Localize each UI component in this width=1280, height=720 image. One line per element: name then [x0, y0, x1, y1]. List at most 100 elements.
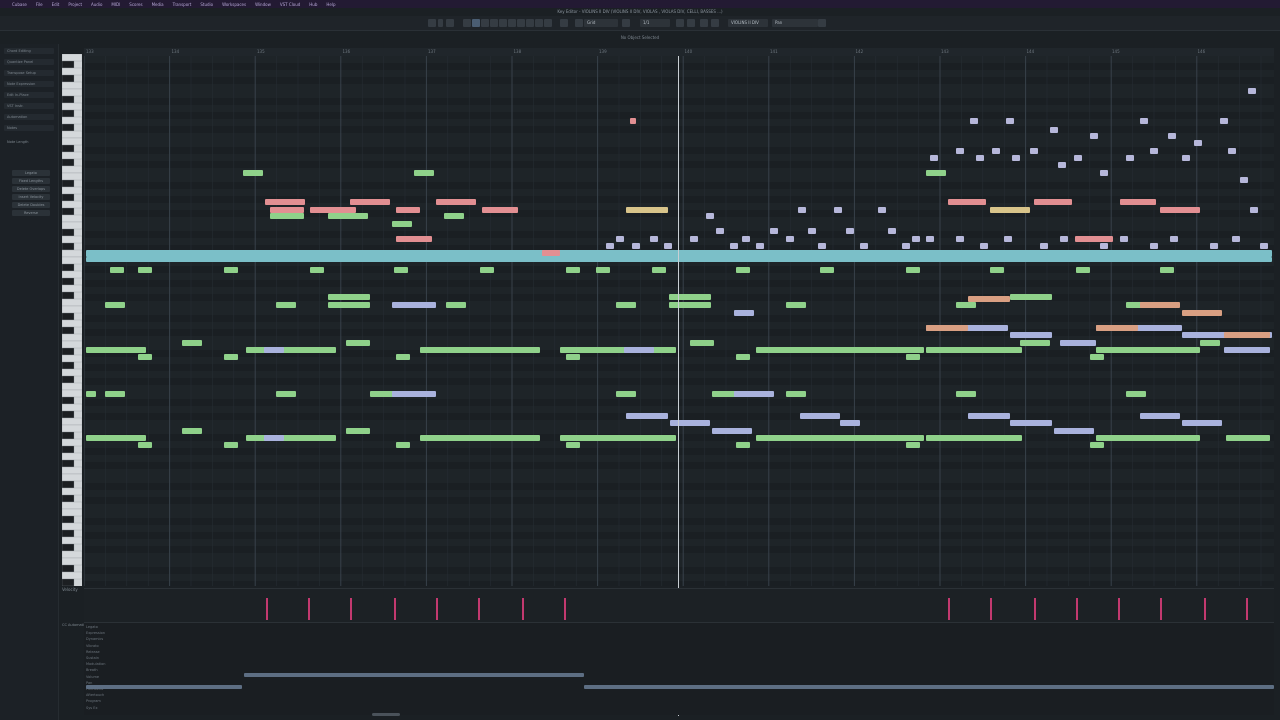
midi-note[interactable] [652, 267, 666, 273]
midi-note[interactable] [1140, 118, 1148, 124]
midi-note[interactable] [742, 236, 750, 242]
midi-note[interactable] [138, 267, 152, 273]
midi-note[interactable] [992, 148, 1000, 154]
white-key[interactable] [62, 102, 82, 111]
midi-note[interactable] [396, 442, 410, 448]
midi-note[interactable] [482, 207, 518, 213]
white-key[interactable] [62, 368, 82, 377]
inspector-section[interactable]: Edit In-Place [4, 92, 54, 98]
midi-note[interactable] [800, 413, 840, 419]
midi-note[interactable] [446, 302, 466, 308]
black-key[interactable] [62, 375, 75, 384]
white-key[interactable] [62, 354, 82, 363]
midi-note[interactable] [626, 413, 668, 419]
midi-note[interactable] [1096, 325, 1138, 331]
midi-note[interactable] [1058, 162, 1066, 168]
midi-note[interactable] [1250, 207, 1258, 213]
midi-note[interactable] [926, 435, 1022, 441]
black-key[interactable] [62, 123, 75, 132]
velocity-bar[interactable] [990, 598, 992, 620]
midi-note[interactable] [878, 207, 886, 213]
midi-note[interactable] [138, 354, 152, 360]
mute-tool[interactable] [517, 19, 525, 27]
velocity-bar[interactable] [436, 598, 438, 620]
white-key[interactable] [62, 249, 82, 258]
midi-note[interactable] [630, 118, 636, 124]
midi-note[interactable] [906, 442, 920, 448]
midi-note[interactable] [1020, 340, 1050, 346]
midi-note[interactable] [926, 170, 946, 176]
white-key[interactable] [62, 214, 82, 223]
midi-note[interactable] [396, 207, 420, 213]
midi-note[interactable] [1096, 347, 1200, 353]
midi-note[interactable] [560, 435, 676, 441]
midi-note[interactable] [420, 435, 540, 441]
midi-note[interactable] [420, 347, 540, 353]
automation-lane-name[interactable]: Release [86, 650, 100, 654]
automation-lane-name[interactable]: Breath [86, 668, 98, 672]
menu-item[interactable]: Edit [52, 2, 60, 7]
velocity-bar[interactable] [394, 598, 396, 620]
menu-item[interactable]: Hub [309, 2, 317, 7]
midi-note[interactable] [1182, 310, 1222, 316]
velocity-bar[interactable] [308, 598, 310, 620]
black-key[interactable] [62, 74, 75, 83]
midi-note[interactable] [370, 391, 394, 397]
function-button[interactable]: Fixed Lengths [12, 178, 50, 184]
white-key[interactable] [62, 571, 82, 580]
midi-note[interactable] [1100, 243, 1108, 249]
midi-note[interactable] [86, 347, 146, 353]
black-key[interactable] [62, 207, 75, 216]
black-key[interactable] [62, 277, 75, 286]
midi-note[interactable] [1040, 243, 1048, 249]
midi-note[interactable] [1010, 294, 1052, 300]
midi-note[interactable] [968, 296, 1010, 302]
automation-segment[interactable] [244, 673, 584, 677]
black-key[interactable] [62, 480, 75, 489]
step-input-button[interactable] [676, 19, 684, 27]
midi-note[interactable] [956, 391, 976, 397]
white-key[interactable] [62, 487, 82, 496]
midi-note[interactable] [310, 267, 324, 273]
velocity-bar[interactable] [1076, 598, 1078, 620]
midi-note[interactable] [1140, 302, 1180, 308]
midi-note[interactable] [246, 435, 336, 441]
velocity-bar[interactable] [522, 598, 524, 620]
function-button[interactable]: Reverse [12, 210, 50, 216]
black-key[interactable] [62, 242, 75, 251]
midi-note[interactable] [265, 199, 305, 205]
velocity-bar[interactable] [1246, 598, 1248, 620]
midi-note[interactable] [1076, 267, 1090, 273]
midi-note[interactable] [756, 435, 924, 441]
midi-note[interactable] [616, 302, 636, 308]
midi-note[interactable] [860, 243, 868, 249]
midi-note[interactable] [224, 442, 238, 448]
black-key[interactable] [62, 158, 75, 167]
white-key[interactable] [62, 284, 82, 293]
current-track-select[interactable]: VIOLINS II DIV [728, 19, 768, 27]
midi-note[interactable] [1120, 199, 1156, 205]
function-button[interactable]: Legato [12, 170, 50, 176]
midi-note[interactable] [1140, 413, 1180, 419]
black-key[interactable] [62, 291, 75, 300]
menu-item[interactable]: Scores [129, 2, 142, 7]
black-key[interactable] [62, 459, 75, 468]
black-key[interactable] [62, 543, 75, 552]
midi-note[interactable] [566, 267, 580, 273]
snap-toggle-button[interactable] [560, 19, 568, 27]
midi-note[interactable] [1054, 428, 1094, 434]
white-key[interactable] [62, 452, 82, 461]
time-warp-tool[interactable] [544, 19, 552, 27]
menu-item[interactable]: MIDI [111, 2, 120, 7]
setup-window-icon[interactable] [818, 19, 826, 27]
white-key[interactable] [62, 137, 82, 146]
white-key[interactable] [62, 438, 82, 447]
black-key[interactable] [62, 263, 75, 272]
midi-note[interactable] [736, 267, 750, 273]
midi-note[interactable] [736, 354, 750, 360]
midi-note[interactable] [224, 354, 238, 360]
white-key[interactable] [62, 424, 82, 433]
midi-note[interactable] [276, 302, 296, 308]
black-key[interactable] [62, 578, 75, 586]
midi-note[interactable] [394, 267, 408, 273]
